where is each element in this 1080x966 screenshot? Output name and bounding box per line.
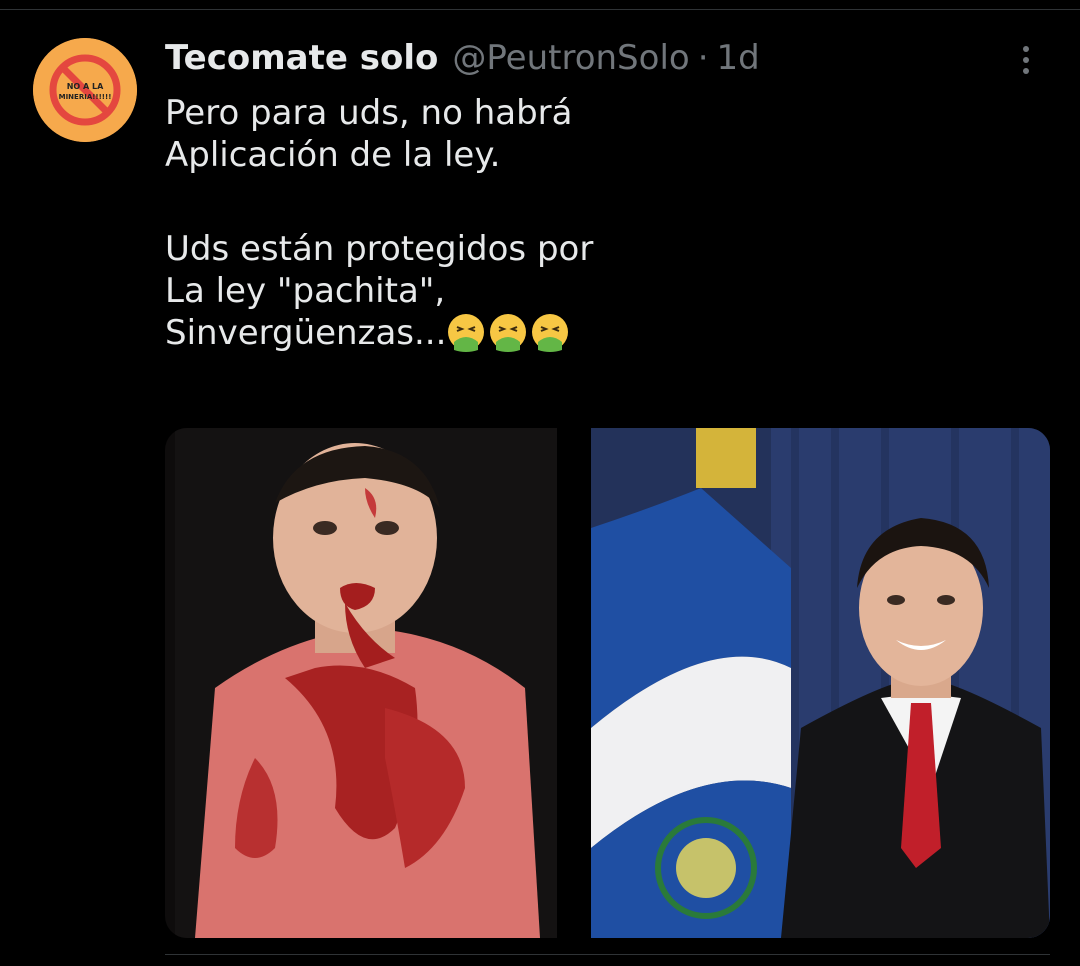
tweet-text: Pero para uds, no habrá Aplicación de la… bbox=[165, 92, 1045, 354]
more-dot-icon bbox=[1023, 57, 1029, 63]
no-mining-logo-icon: NO A LA MINERIA!!!!!! bbox=[33, 38, 137, 142]
more-dot-icon bbox=[1023, 46, 1029, 52]
avatar[interactable]: NO A LA MINERIA!!!!!! bbox=[33, 38, 137, 142]
timestamp[interactable]: 1d bbox=[717, 38, 760, 78]
vomiting-face-icon bbox=[490, 314, 527, 352]
bottom-divider bbox=[165, 954, 1050, 966]
vomiting-face-icon bbox=[448, 314, 485, 352]
photo-left-image bbox=[165, 428, 557, 938]
photo-official-portrait[interactable] bbox=[591, 428, 1050, 938]
avatar-text-line1: NO A LA bbox=[67, 82, 104, 91]
more-options-button[interactable] bbox=[1010, 40, 1042, 80]
separator-dot: · bbox=[697, 38, 709, 78]
tweet-text-line: La ley "pachita", bbox=[165, 271, 446, 311]
user-handle[interactable]: @PeutronSolo bbox=[452, 38, 689, 78]
display-name[interactable]: Tecomate solo bbox=[165, 38, 438, 78]
tweet-media[interactable] bbox=[165, 428, 1050, 938]
top-divider bbox=[0, 0, 1080, 10]
tweet-text-line: Aplicación de la ley. bbox=[165, 135, 501, 175]
tweet-text-line: Uds están protegidos por bbox=[165, 229, 594, 269]
photo-injured-man[interactable] bbox=[165, 428, 557, 938]
tweet-text-line-with-emoji: Sinvergüenzas... bbox=[165, 312, 1045, 354]
photo-right-image bbox=[591, 428, 1050, 938]
avatar-text-line2: MINERIA!!!!!! bbox=[59, 93, 112, 101]
tweet-card[interactable]: NO A LA MINERIA!!!!!! Tecomate solo @Peu… bbox=[0, 0, 1080, 966]
tweet-header: Tecomate solo @PeutronSolo · 1d bbox=[165, 38, 760, 78]
tweet-text-line: Pero para uds, no habrá bbox=[165, 93, 573, 133]
more-dot-icon bbox=[1023, 68, 1029, 74]
vomiting-face-icon bbox=[532, 314, 569, 352]
tweet-text-line: Sinvergüenzas... bbox=[165, 313, 447, 353]
